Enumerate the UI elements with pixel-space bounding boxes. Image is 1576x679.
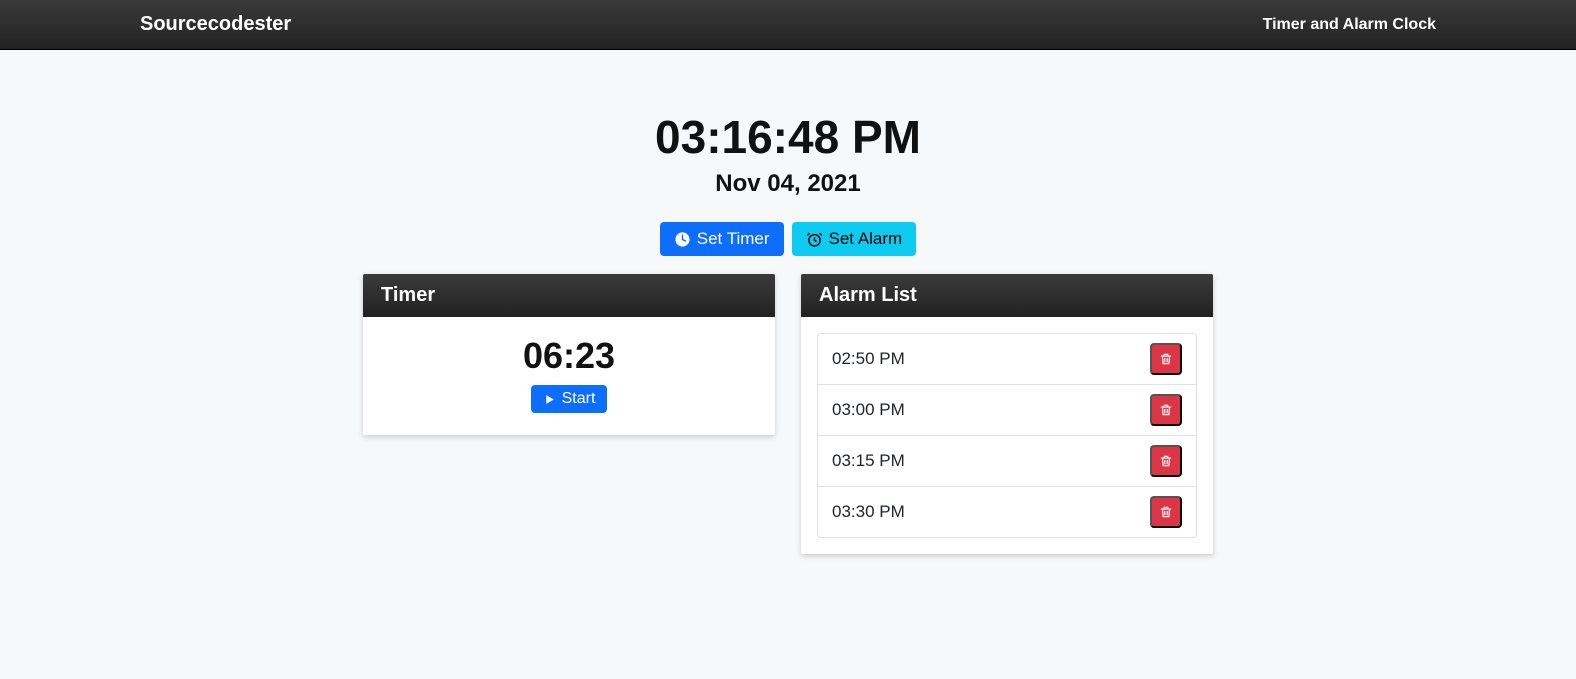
play-icon — [543, 393, 556, 406]
trash-icon — [1159, 352, 1173, 366]
trash-icon — [1159, 403, 1173, 417]
alarm-time: 03:30 PM — [832, 502, 905, 522]
delete-alarm-button[interactable] — [1150, 445, 1182, 477]
alarm-item: 03:15 PM — [817, 436, 1197, 487]
alarm-list: 02:50 PM 03:00 PM — [801, 317, 1213, 554]
clock-date: Nov 04, 2021 — [363, 170, 1213, 198]
timer-value: 06:23 — [381, 335, 757, 377]
delete-alarm-button[interactable] — [1150, 394, 1182, 426]
set-timer-button[interactable]: Set Timer — [660, 222, 784, 256]
trash-icon — [1159, 454, 1173, 468]
alarm-item: 03:30 PM — [817, 487, 1197, 538]
action-buttons: Set Timer Set Alarm — [363, 222, 1213, 256]
alarm-time: 03:00 PM — [832, 400, 905, 420]
alarm-list-card: Alarm List 02:50 PM 03:00 PM — [801, 274, 1213, 554]
delete-alarm-button[interactable] — [1150, 343, 1182, 375]
alarm-icon — [806, 231, 823, 248]
timer-card: Timer 06:23 Start — [363, 274, 775, 435]
trash-icon — [1159, 505, 1173, 519]
delete-alarm-button[interactable] — [1150, 496, 1182, 528]
clock-icon — [674, 231, 691, 248]
navbar-title: Timer and Alarm Clock — [1263, 16, 1436, 34]
start-label: Start — [562, 390, 596, 408]
set-alarm-label: Set Alarm — [829, 229, 903, 249]
timer-card-title: Timer — [363, 274, 775, 317]
cards-row: Timer 06:23 Start Alarm List 02:50 PM — [363, 274, 1213, 554]
clock-time: 03:16:48 PM — [363, 110, 1213, 164]
alarm-item: 02:50 PM — [817, 333, 1197, 385]
alarm-time: 02:50 PM — [832, 349, 905, 369]
start-button[interactable]: Start — [531, 385, 608, 413]
set-alarm-button[interactable]: Set Alarm — [792, 222, 917, 256]
main-container: 03:16:48 PM Nov 04, 2021 Set Timer Set A… — [363, 50, 1213, 554]
alarm-item: 03:00 PM — [817, 385, 1197, 436]
alarm-time: 03:15 PM — [832, 451, 905, 471]
set-timer-label: Set Timer — [697, 229, 770, 249]
alarm-list-title: Alarm List — [801, 274, 1213, 317]
navbar: Sourcecodester Timer and Alarm Clock — [0, 0, 1576, 50]
navbar-brand[interactable]: Sourcecodester — [140, 13, 291, 36]
